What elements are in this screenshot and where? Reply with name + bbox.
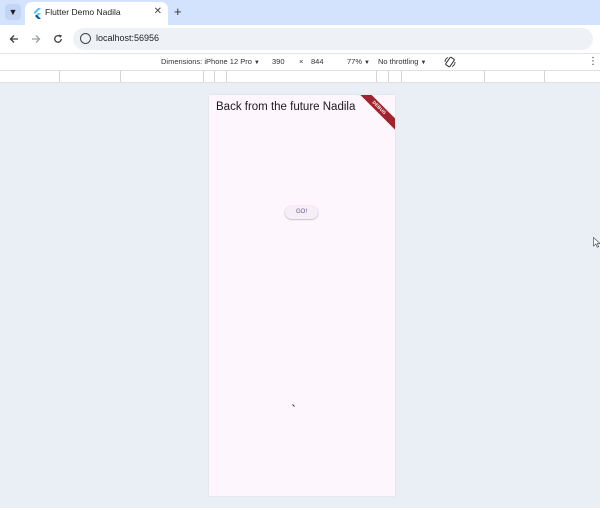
media-query-ruler [0, 70, 600, 83]
ruler-tick [214, 71, 215, 82]
app-bar-title: Back from the future Nadila [216, 101, 356, 113]
site-info-icon[interactable] [80, 33, 91, 44]
forward-button[interactable] [29, 32, 43, 46]
ruler-tick [59, 71, 60, 82]
device-dimensions-select[interactable]: Dimensions: iPhone 12 Pro ▼ [161, 57, 260, 66]
go-button[interactable]: GO! [285, 206, 318, 219]
tab-search-button[interactable]: ▼ [5, 4, 21, 20]
caret-down-icon: ▼ [420, 60, 427, 66]
device-toolbar: Dimensions: iPhone 12 Pro ▼ 390 × 844 77%… [0, 53, 600, 71]
close-tab-button[interactable]: ✕ [154, 6, 162, 18]
device-viewport: Back from the future Nadila DEBUG GO! [209, 95, 395, 496]
browser-toolbar: localhost:56956 [0, 25, 600, 53]
ruler-tick [544, 71, 545, 82]
new-tab-button[interactable]: + [174, 4, 182, 20]
ruler-tick [401, 71, 402, 82]
ruler-tick [120, 71, 121, 82]
more-options-icon[interactable]: ⋮ [588, 56, 598, 68]
caret-down-icon: ▼ [253, 60, 260, 66]
browser-tab[interactable]: Flutter Demo Nadila ✕ [25, 2, 168, 25]
device-dimensions-label: Dimensions: iPhone 12 Pro [161, 57, 252, 66]
ruler-tick [388, 71, 389, 82]
reload-icon [54, 34, 62, 43]
loading-indicator-icon [292, 404, 295, 407]
forward-arrow-icon [32, 35, 41, 43]
ruler-tick [484, 71, 485, 82]
back-button[interactable] [7, 32, 21, 46]
chevron-down-icon: ▼ [8, 7, 18, 17]
throttling-select[interactable]: No throttling ▼ [378, 57, 426, 66]
zoom-select[interactable]: 77% ▼ [347, 57, 370, 66]
flutter-logo-icon [33, 8, 41, 19]
dimension-separator: × [299, 57, 304, 66]
debug-banner: DEBUG [354, 95, 395, 133]
device-width-input[interactable]: 390 [272, 57, 285, 66]
tab-title: Flutter Demo Nadila [45, 7, 121, 17]
zoom-label: 77% [347, 57, 363, 66]
tab-strip: ▼ Flutter Demo Nadila ✕ + [0, 0, 600, 25]
address-bar[interactable]: localhost:56956 [73, 28, 593, 50]
mouse-cursor-icon [593, 237, 600, 248]
device-height-input[interactable]: 844 [311, 57, 324, 66]
back-arrow-icon [9, 35, 18, 43]
rotate-icon[interactable] [444, 56, 456, 68]
caret-down-icon: ▼ [364, 60, 370, 66]
throttling-label: No throttling [378, 57, 419, 66]
ruler-tick [226, 71, 227, 82]
url-text[interactable]: localhost:56956 [96, 33, 159, 43]
reload-button[interactable] [51, 32, 65, 46]
ruler-tick [376, 71, 377, 82]
ruler-tick [203, 71, 204, 82]
